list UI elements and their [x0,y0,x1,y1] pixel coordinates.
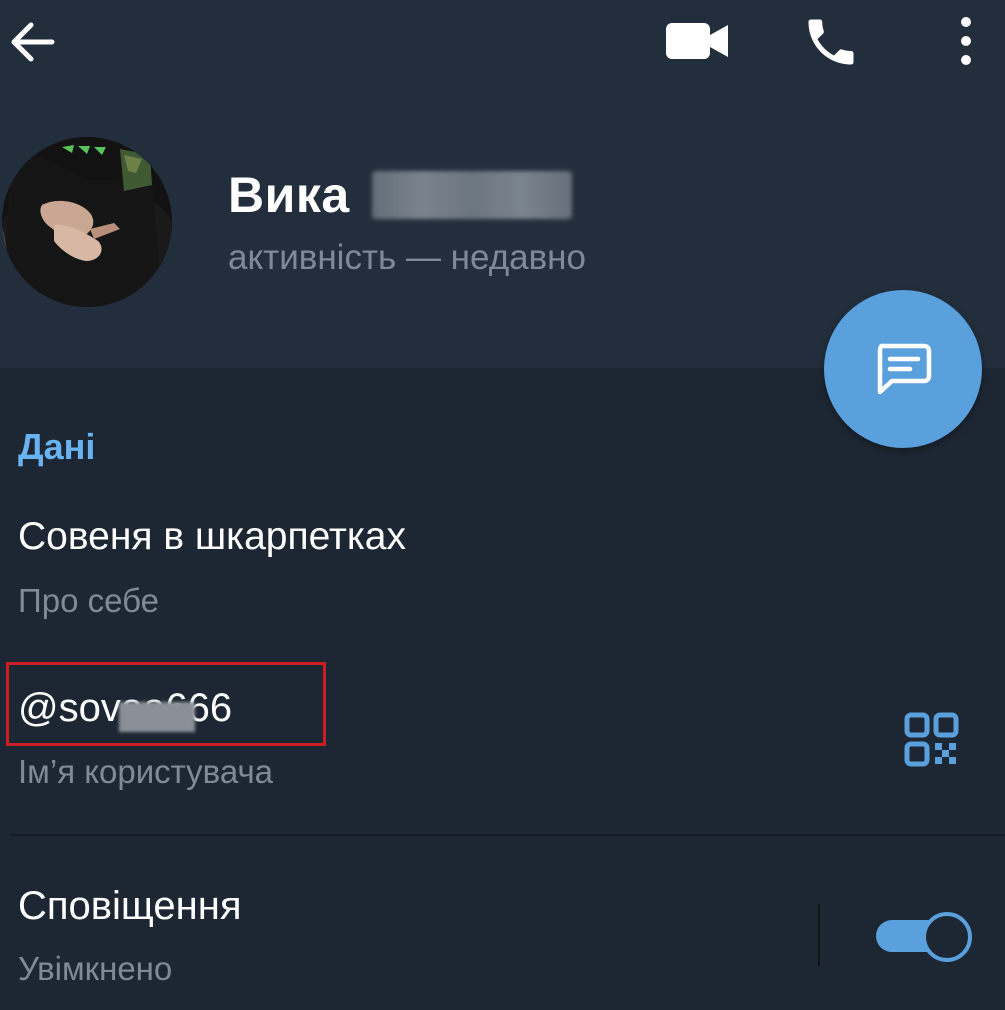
contact-name-row: Вика [228,165,572,225]
video-call-button[interactable] [662,16,732,66]
video-camera-icon [666,23,728,59]
qr-code-button[interactable] [902,710,962,770]
last-seen-status: активність — недавно [228,238,586,277]
bio-text[interactable]: Совеня в шкарпетках [18,515,406,559]
username-label: Ім’я користувача [18,753,273,790]
vertical-separator [818,904,820,966]
qr-code-icon [904,712,959,767]
avatar-photo [2,137,172,307]
bio-label: Про себе [18,582,159,619]
username-highlight-box [6,662,326,746]
toggle-knob [922,912,972,962]
blurred-surname [371,171,572,219]
more-vertical-icon [961,17,971,65]
notifications-title[interactable]: Сповіщення [18,884,241,929]
contact-name: Вика [228,167,350,223]
notifications-toggle[interactable] [876,912,972,962]
voice-call-button[interactable] [800,12,862,72]
section-divider [10,834,1005,836]
info-section-title: Дані [18,426,96,467]
notifications-state: Увімкнено [18,950,173,987]
back-arrow-icon [11,22,55,62]
send-message-button[interactable] [824,290,982,448]
phone-icon [808,19,854,65]
message-icon [877,343,932,395]
back-button[interactable] [6,16,58,68]
avatar[interactable] [2,137,172,307]
more-options-button[interactable] [944,12,988,72]
